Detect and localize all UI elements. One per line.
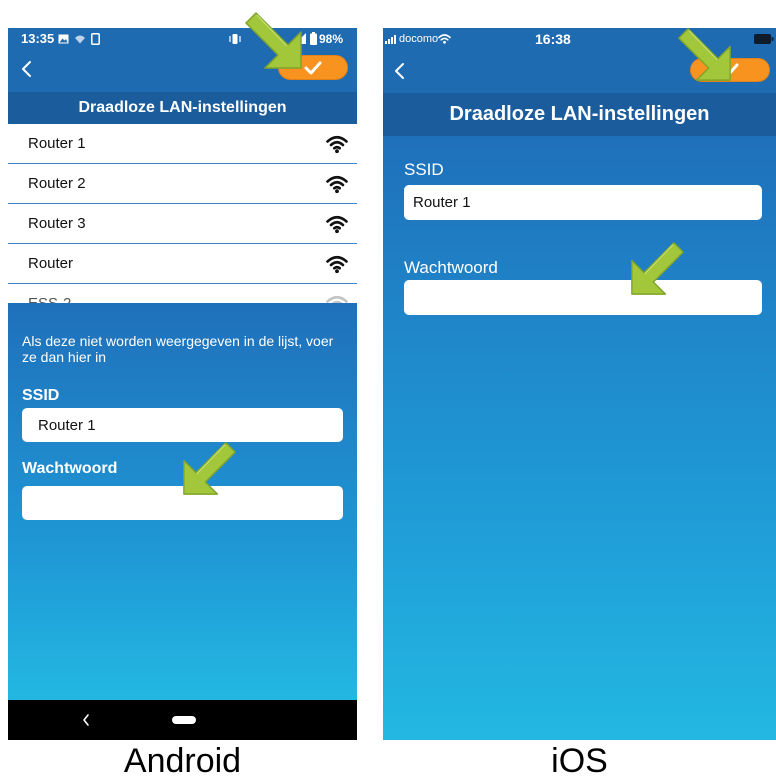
network-list: Router 1 Router 2 Router 3 Router ESS-2 [8, 124, 357, 303]
back-button[interactable] [394, 62, 406, 80]
android-caption: Android [123, 742, 242, 780]
network-list-item[interactable]: Router 2 [8, 164, 357, 204]
wifi-status-icon [75, 35, 85, 44]
network-list-item[interactable]: Router [8, 244, 357, 284]
green-pointer-arrow-icon [245, 12, 302, 69]
android-navigation-bar [8, 700, 357, 740]
vibrate-icon [229, 34, 241, 44]
battery-icon [754, 34, 774, 44]
ios-caption: iOS [551, 742, 608, 780]
ios-phone-screen: docomo 16:38 Draadloze LAN-instellingen … [383, 28, 776, 740]
wifi-full-icon [326, 255, 348, 274]
wifi-full-icon [326, 175, 348, 194]
cell-signal-bars-icon [385, 35, 396, 44]
wifi-weak-icon [326, 295, 348, 303]
nav-back-button[interactable] [80, 712, 92, 728]
gallery-notification-icon [58, 34, 69, 44]
checkmark-icon [304, 61, 322, 74]
ssid-input[interactable] [22, 408, 343, 442]
network-name: Router [28, 255, 74, 272]
green-pointer-arrow-icon [631, 242, 684, 295]
network-list-item[interactable]: ESS-2 [8, 284, 357, 303]
network-name: Router 3 [28, 215, 86, 232]
chevron-left-icon [395, 63, 404, 79]
android-status-bar: 13:35 98% [8, 28, 357, 50]
carrier-name: docomo [399, 33, 439, 45]
manual-entry-hint: Als deze niet worden weergegeven in de l… [22, 333, 334, 365]
network-list-item[interactable]: Router 1 [8, 124, 357, 164]
ssid-label: SSID [404, 160, 444, 179]
network-name: Router 2 [28, 175, 86, 192]
back-button[interactable] [20, 59, 34, 79]
green-pointer-arrow-icon [183, 442, 236, 495]
wifi-status-icon [438, 34, 451, 44]
page-title: Draadloze LAN-instellingen [8, 92, 357, 124]
page-title: Draadloze LAN-instellingen [383, 93, 776, 136]
nav-home-pill-icon[interactable] [172, 716, 196, 724]
nav-back-icon [83, 714, 89, 726]
wifi-full-icon [326, 215, 348, 234]
wifi-full-icon [326, 135, 348, 154]
ssid-input[interactable] [404, 185, 762, 220]
status-time: 16:38 [535, 31, 571, 47]
manual-entry-panel: Als deze niet worden weergegeven in de l… [8, 303, 357, 700]
android-toolbar [8, 50, 357, 92]
network-name: Router 1 [28, 135, 86, 152]
android-phone-screen: 13:35 98% Draadloze LAN-instellingen Rou… [8, 28, 357, 740]
wifi-settings-form: SSID Wachtwoord [383, 136, 776, 740]
sim-card-icon [91, 33, 100, 45]
battery-icon [310, 32, 317, 45]
password-input[interactable] [404, 280, 762, 315]
battery-percentage: 98% [319, 32, 344, 46]
chevron-left-icon [22, 61, 31, 77]
password-label: Wachtwoord [404, 258, 498, 277]
status-time: 13:35 [21, 31, 55, 46]
password-label: Wachtwoord [22, 460, 118, 477]
green-pointer-arrow-icon [678, 28, 731, 81]
network-list-item[interactable]: Router 3 [8, 204, 357, 244]
ssid-label: SSID [22, 387, 60, 404]
network-name: ESS-2 [28, 284, 71, 303]
